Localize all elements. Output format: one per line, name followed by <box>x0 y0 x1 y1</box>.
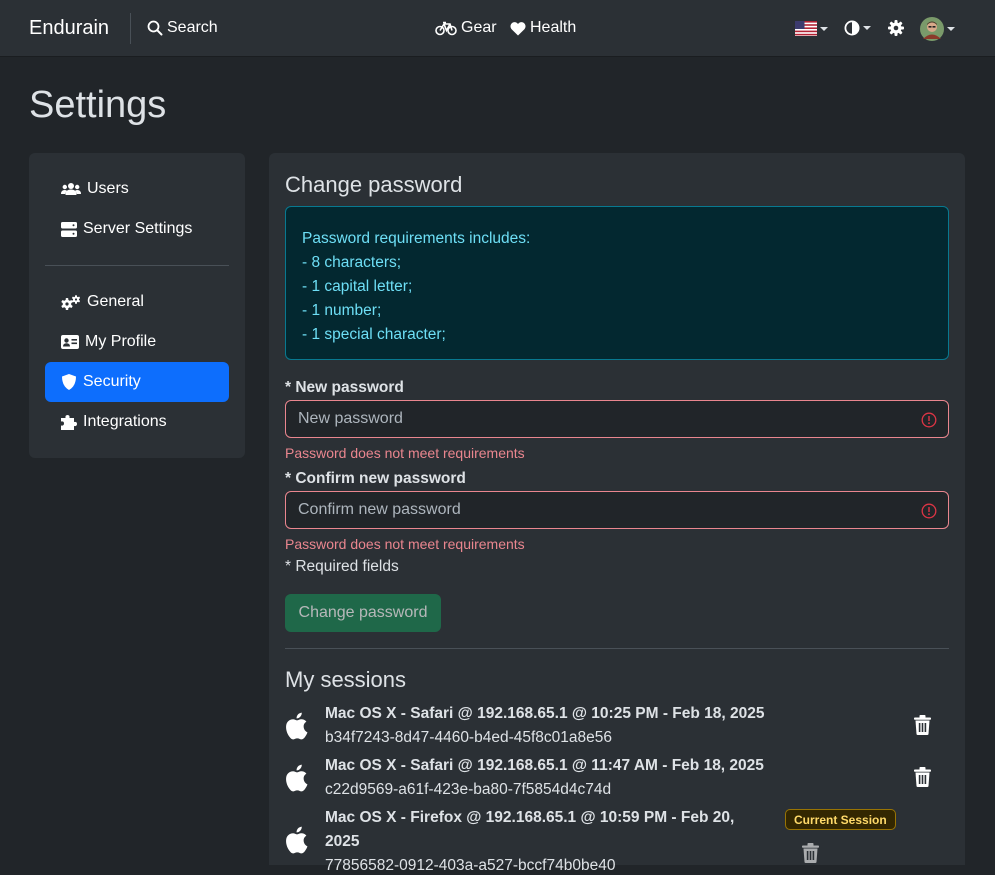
trash-icon[interactable] <box>802 843 819 863</box>
sidebar-item-label: Users <box>87 180 129 197</box>
apple-icon <box>285 826 309 854</box>
change-password-button[interactable]: Change password <box>285 594 441 632</box>
session-title: Mac OS X - Safari @ 192.168.65.1 @ 11:47… <box>325 757 764 774</box>
page-title: Settings <box>29 84 167 126</box>
chevron-down-icon <box>863 26 871 30</box>
nav-health-label: Health <box>530 19 577 36</box>
settings-sidebar: Users Server Settings General My Profile <box>29 153 245 458</box>
change-password-title: Change password <box>285 172 463 197</box>
requirements-line: - 1 number; <box>302 302 382 319</box>
navbar-divider <box>130 13 131 44</box>
sidebar-item-label: General <box>87 293 144 310</box>
sessions-title: My sessions <box>285 667 407 692</box>
requirements-line: - 8 characters; <box>302 254 402 271</box>
half-circle-icon <box>844 20 860 36</box>
requirements-line: Password requirements includes: <box>302 230 531 247</box>
sidebar-item-integrations[interactable]: Integrations <box>45 402 229 442</box>
users-icon <box>61 182 81 196</box>
server-icon <box>61 221 77 237</box>
current-session-badge: Current Session <box>785 809 896 830</box>
sidebar-item-my-profile[interactable]: My Profile <box>45 322 229 362</box>
confirm-password-label: * Confirm new password <box>285 470 466 487</box>
nav-gear-link[interactable]: Gear <box>435 19 497 37</box>
confirm-password-error: Password does not meet requirements <box>285 536 525 552</box>
nav-gear-label: Gear <box>461 19 497 36</box>
requirements-line: - 1 special character; <box>302 326 446 343</box>
password-requirements-alert: Password requirements includes: - 8 char… <box>285 206 949 360</box>
new-password-input[interactable] <box>285 400 949 438</box>
confirm-password-input[interactable] <box>285 491 949 529</box>
gear-icon <box>888 20 904 36</box>
settings-link[interactable] <box>888 20 904 36</box>
nav-health-link[interactable]: Health <box>510 19 576 37</box>
heart-icon <box>510 21 526 36</box>
top-navbar: Endurain Search Gear Health <box>0 0 995 57</box>
bicycle-icon <box>435 20 457 36</box>
sidebar-item-users[interactable]: Users <box>45 169 229 209</box>
sidebar-item-general[interactable]: General <box>45 282 229 322</box>
search-icon <box>147 20 163 36</box>
session-title-continued: 2025 <box>325 833 360 850</box>
nav-search-link[interactable]: Search <box>147 19 218 37</box>
session-id: 77856582-0912-403a-a527-bccf74b0be40 <box>325 857 616 874</box>
session-title: Mac OS X - Safari @ 192.168.65.1 @ 10:25… <box>325 705 765 722</box>
sidebar-item-security[interactable]: Security <box>45 362 229 402</box>
gears-icon <box>61 294 81 310</box>
error-icon <box>921 412 937 428</box>
session-id: c22d9569-a61f-423e-ba80-7f5854d4c74d <box>325 781 612 798</box>
us-flag-icon <box>795 21 817 36</box>
security-card: Change password Password requirements in… <box>269 153 965 874</box>
required-fields-note: * Required fields <box>285 558 399 575</box>
language-dropdown[interactable] <box>795 21 828 36</box>
section-divider <box>285 648 949 649</box>
sidebar-item-label: Integrations <box>83 413 167 430</box>
trash-icon[interactable] <box>914 767 931 787</box>
new-password-error: Password does not meet requirements <box>285 445 525 461</box>
chevron-down-icon <box>947 27 955 31</box>
id-card-icon <box>61 335 79 349</box>
theme-dropdown[interactable] <box>844 20 871 36</box>
trash-icon[interactable] <box>914 715 931 735</box>
error-icon <box>921 503 937 519</box>
nav-search-label: Search <box>167 19 218 36</box>
sidebar-divider <box>45 265 229 266</box>
shield-icon <box>61 374 77 390</box>
requirements-line: - 1 capital letter; <box>302 278 413 295</box>
sidebar-item-server-settings[interactable]: Server Settings <box>45 209 229 249</box>
sidebar-item-label: My Profile <box>85 333 157 350</box>
sidebar-item-label: Security <box>83 373 141 390</box>
user-menu-dropdown[interactable] <box>920 17 955 41</box>
avatar <box>920 17 944 41</box>
brand-logo[interactable]: Endurain <box>29 17 109 40</box>
session-title: Mac OS X - Firefox @ 192.168.65.1 @ 10:5… <box>325 809 735 826</box>
apple-icon <box>285 764 309 792</box>
session-id: b34f7243-8d47-4460-b4ed-45f8c01a8e56 <box>325 729 612 746</box>
puzzle-icon <box>61 414 77 430</box>
new-password-label: * New password <box>285 379 404 396</box>
sidebar-item-label: Server Settings <box>83 220 193 237</box>
apple-icon <box>285 712 309 740</box>
chevron-down-icon <box>820 26 828 31</box>
